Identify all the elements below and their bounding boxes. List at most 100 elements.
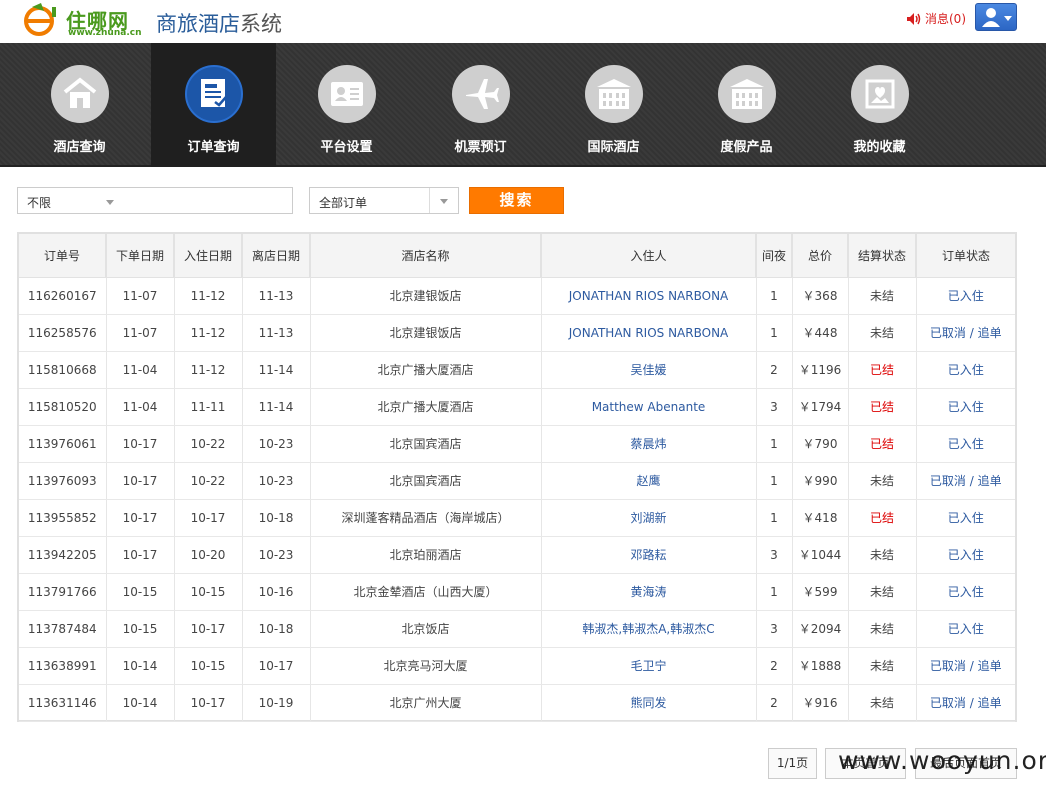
order-number-cell: 113942205 [19, 536, 107, 574]
column-header: 结算状态 [848, 234, 917, 278]
table-row[interactable]: 113955852 10-17 10-17 10-18 深圳蓬客精品酒店（海岸城店） 刘湖… [19, 499, 1015, 537]
checkout-date-cell: 10-23 [242, 536, 311, 574]
nights-cell: 3 [756, 610, 793, 648]
total-price-cell: ￥916 [792, 684, 849, 722]
order-number-cell: 113787484 [19, 610, 107, 648]
checkin-date-cell: 10-22 [174, 425, 243, 463]
column-header: 总价 [792, 234, 849, 278]
checkin-date-cell: 10-17 [174, 684, 243, 722]
nav-label: 机票预订 [454, 140, 507, 155]
table-row[interactable]: 113942205 10-17 10-20 10-23 北京珀丽酒店 邓路耘 3 ￥1044 未… [19, 536, 1015, 574]
total-price-cell: ￥368 [792, 277, 849, 315]
column-header: 订单状态 [916, 234, 1015, 278]
checkout-date-cell: 10-16 [242, 573, 311, 611]
header: 住哪网 www.zhuna.cn 商旅酒店系统 消息(0) [0, 0, 1046, 43]
order-number-cell: 113638991 [19, 647, 107, 685]
hotel-name-cell: 北京广州大厦 [310, 684, 542, 722]
settlement-status-cell: 未结 [848, 277, 917, 315]
order-date-cell: 11-04 [106, 388, 175, 426]
nights-cell: 2 [756, 684, 793, 722]
select-divider [429, 188, 430, 213]
order-number-cell: 113955852 [19, 499, 107, 537]
nav-item-intl-hotel[interactable]: 国际酒店 [551, 43, 676, 167]
table-row[interactable]: 113791766 10-15 10-15 10-16 北京金辇酒店（山西大厦） 黄海涛 1… [19, 573, 1015, 611]
nav-icon-circle [585, 65, 643, 123]
zhuna-logo[interactable]: 住哪网 www.zhuna.cn [22, 3, 148, 39]
settlement-status-cell: 未结 [848, 573, 917, 611]
order-number-cell: 115810520 [19, 388, 107, 426]
nav-item-order-search[interactable]: 订单查询 [151, 43, 276, 167]
table-row[interactable]: 113631146 10-14 10-17 10-19 北京广州大厦 熊同发 2 ￥916 未结… [19, 684, 1015, 722]
order-status-cell[interactable]: 已入住 [916, 388, 1015, 426]
guest-name-cell: 刘湖新 [541, 499, 757, 537]
order-date-cell: 10-15 [106, 610, 175, 648]
settlement-status-cell: 未结 [848, 684, 917, 722]
order-status-cell[interactable]: 已取消 / 追单 [916, 314, 1015, 352]
favorite-picture-icon [865, 79, 895, 109]
messages-label: 消息(0) [925, 12, 966, 26]
checkout-date-cell: 10-18 [242, 499, 311, 537]
table-row[interactable]: 113976061 10-17 10-22 10-23 北京国宾酒店 蔡晨炜 1 ￥790 已结… [19, 425, 1015, 463]
total-price-cell: ￥2094 [792, 610, 849, 648]
orders-table: 订单号 下单日期 入住日期 离店日期 酒店名称 入住人 间夜 总价 结算状态 订… [17, 232, 1017, 722]
nights-cell: 3 [756, 536, 793, 574]
order-status-cell[interactable]: 已入住 [916, 573, 1015, 611]
hotel-name-cell: 北京广播大厦酒店 [310, 351, 542, 389]
messages-link[interactable]: 消息(0) [906, 10, 966, 27]
table-row[interactable]: 115810520 11-04 11-11 11-14 北京广播大厦酒店 Matthew … [19, 388, 1015, 426]
order-status-cell[interactable]: 已取消 / 追单 [916, 647, 1015, 685]
column-header: 间夜 [756, 234, 793, 278]
nav-item-my-favorites[interactable]: 我的收藏 [817, 43, 942, 167]
table-row[interactable]: 113787484 10-15 10-17 10-18 北京饭店 韩淑杰,韩淑杰A,韩淑杰… [19, 610, 1015, 648]
order-status-cell[interactable]: 已取消 / 追单 [916, 462, 1015, 500]
order-document-icon [201, 79, 227, 107]
total-price-cell: ￥790 [792, 425, 849, 463]
nights-cell: 1 [756, 462, 793, 500]
building-icon [597, 79, 631, 109]
hotel-name-cell: 北京国宾酒店 [310, 462, 542, 500]
nav-item-vacation-products[interactable]: 度假产品 [684, 43, 809, 167]
logo-url: www.zhuna.cn [68, 28, 142, 38]
checkin-date-cell: 11-12 [174, 314, 243, 352]
guest-name-cell: 蔡晨炜 [541, 425, 757, 463]
order-status-cell[interactable]: 已入住 [916, 351, 1015, 389]
order-status-cell[interactable]: 已入住 [916, 536, 1015, 574]
guest-name-cell: JONATHAN RIOS NARBONA [541, 277, 757, 315]
order-number-cell: 113631146 [19, 684, 107, 722]
table-row[interactable]: 116258576 11-07 11-12 11-13 北京建银饭店 JONATHAN R… [19, 314, 1015, 352]
guest-name-cell: 熊同发 [541, 684, 757, 722]
hotel-name-cell: 北京亮马河大厦 [310, 647, 542, 685]
order-status-cell[interactable]: 已入住 [916, 610, 1015, 648]
nav-item-hotel-search[interactable]: 酒店查询 [17, 43, 142, 167]
nights-cell: 3 [756, 388, 793, 426]
order-status-cell[interactable]: 已入住 [916, 277, 1015, 315]
settlement-status-cell: 已结 [848, 351, 917, 389]
hotel-name-cell: 北京珀丽酒店 [310, 536, 542, 574]
user-menu-button[interactable] [975, 3, 1017, 31]
nav-item-flight-booking[interactable]: 机票预订 [418, 43, 543, 167]
settlement-status-cell: 已结 [848, 499, 917, 537]
column-header: 订单号 [19, 234, 107, 278]
total-price-cell: ￥599 [792, 573, 849, 611]
id-card-icon [331, 82, 363, 106]
nav-item-platform-settings[interactable]: 平台设置 [284, 43, 409, 167]
type-filter-select[interactable]: 不限 [17, 187, 293, 214]
order-status-cell[interactable]: 已入住 [916, 499, 1015, 537]
table-row[interactable]: 115810668 11-04 11-12 11-14 北京广播大厦酒店 吴佳媛 2 ￥119… [19, 351, 1015, 389]
guest-name-cell: 邓路耘 [541, 536, 757, 574]
nights-cell: 2 [756, 351, 793, 389]
order-status-cell[interactable]: 已入住 [916, 425, 1015, 463]
order-status-cell[interactable]: 已取消 / 追单 [916, 684, 1015, 722]
total-price-cell: ￥990 [792, 462, 849, 500]
table-row[interactable]: 113976093 10-17 10-22 10-23 北京国宾酒店 赵鹰 1 ￥990 未结已… [19, 462, 1015, 500]
settlement-status-cell: 未结 [848, 462, 917, 500]
hotel-name-cell: 北京建银饭店 [310, 314, 542, 352]
checkout-date-cell: 11-13 [242, 314, 311, 352]
order-status-select[interactable]: 全部订单 [309, 187, 459, 214]
table-row[interactable]: 116260167 11-07 11-12 11-13 北京建银饭店 JONATHAN R… [19, 277, 1015, 315]
table-row[interactable]: 113638991 10-14 10-15 10-17 北京亮马河大厦 毛卫宁 2 ￥1888… [19, 647, 1015, 685]
order-number-cell: 116258576 [19, 314, 107, 352]
watermark: www.wooyun.org [838, 746, 1046, 775]
search-button[interactable]: 搜索 [469, 187, 564, 214]
speaker-icon [907, 12, 921, 25]
